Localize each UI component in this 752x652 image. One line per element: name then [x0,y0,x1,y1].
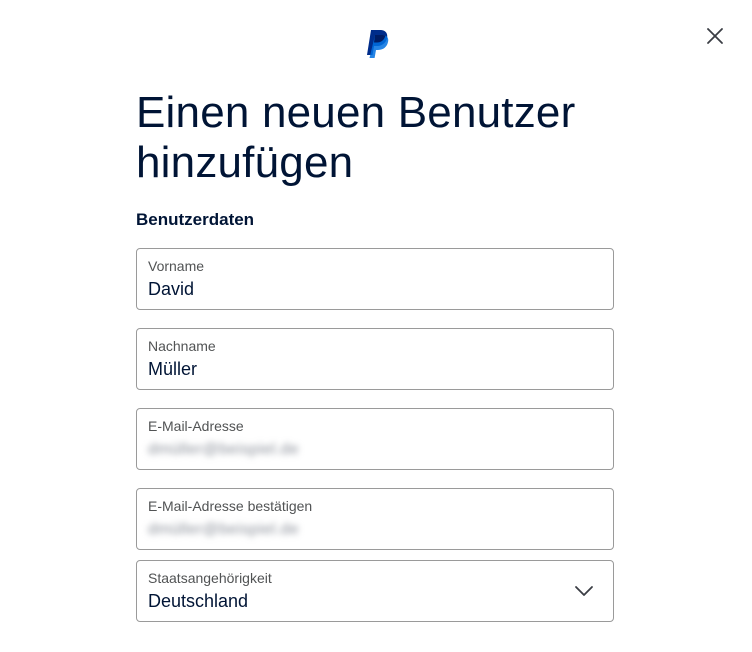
email-label: E-Mail-Adresse [148,418,244,434]
last-name-label: Nachname [148,338,216,354]
first-name-label: Vorname [148,258,205,274]
email-confirm-input[interactable]: dmüller@beispiel.de [148,521,568,539]
section-heading: Benutzerdaten [136,210,255,229]
close-icon[interactable] [703,24,727,48]
first-name-field[interactable]: Vorname David [136,248,614,310]
paypal-logo-icon [367,30,389,58]
last-name-input[interactable]: Müller [148,359,568,380]
first-name-input[interactable]: David [148,279,568,300]
email-confirm-field[interactable]: E-Mail-Adresse bestätigen dmüller@beispi… [136,488,614,550]
page-title: Einen neuen Benutzer hinzufügen [136,88,576,187]
chevron-down-icon[interactable] [573,583,595,599]
last-name-field[interactable]: Nachname Müller [136,328,614,390]
email-input[interactable]: dmüller@beispiel.de [148,441,568,459]
nationality-select[interactable]: Staatsangehörigkeit Deutschland [136,560,614,622]
nationality-value[interactable]: Deutschland [148,591,568,612]
email-field[interactable]: E-Mail-Adresse dmüller@beispiel.de [136,408,614,470]
add-user-dialog: Einen neuen Benutzer hinzufügen Benutzer… [0,0,752,652]
email-confirm-label: E-Mail-Adresse bestätigen [148,498,313,514]
nationality-label: Staatsangehörigkeit [148,570,272,586]
